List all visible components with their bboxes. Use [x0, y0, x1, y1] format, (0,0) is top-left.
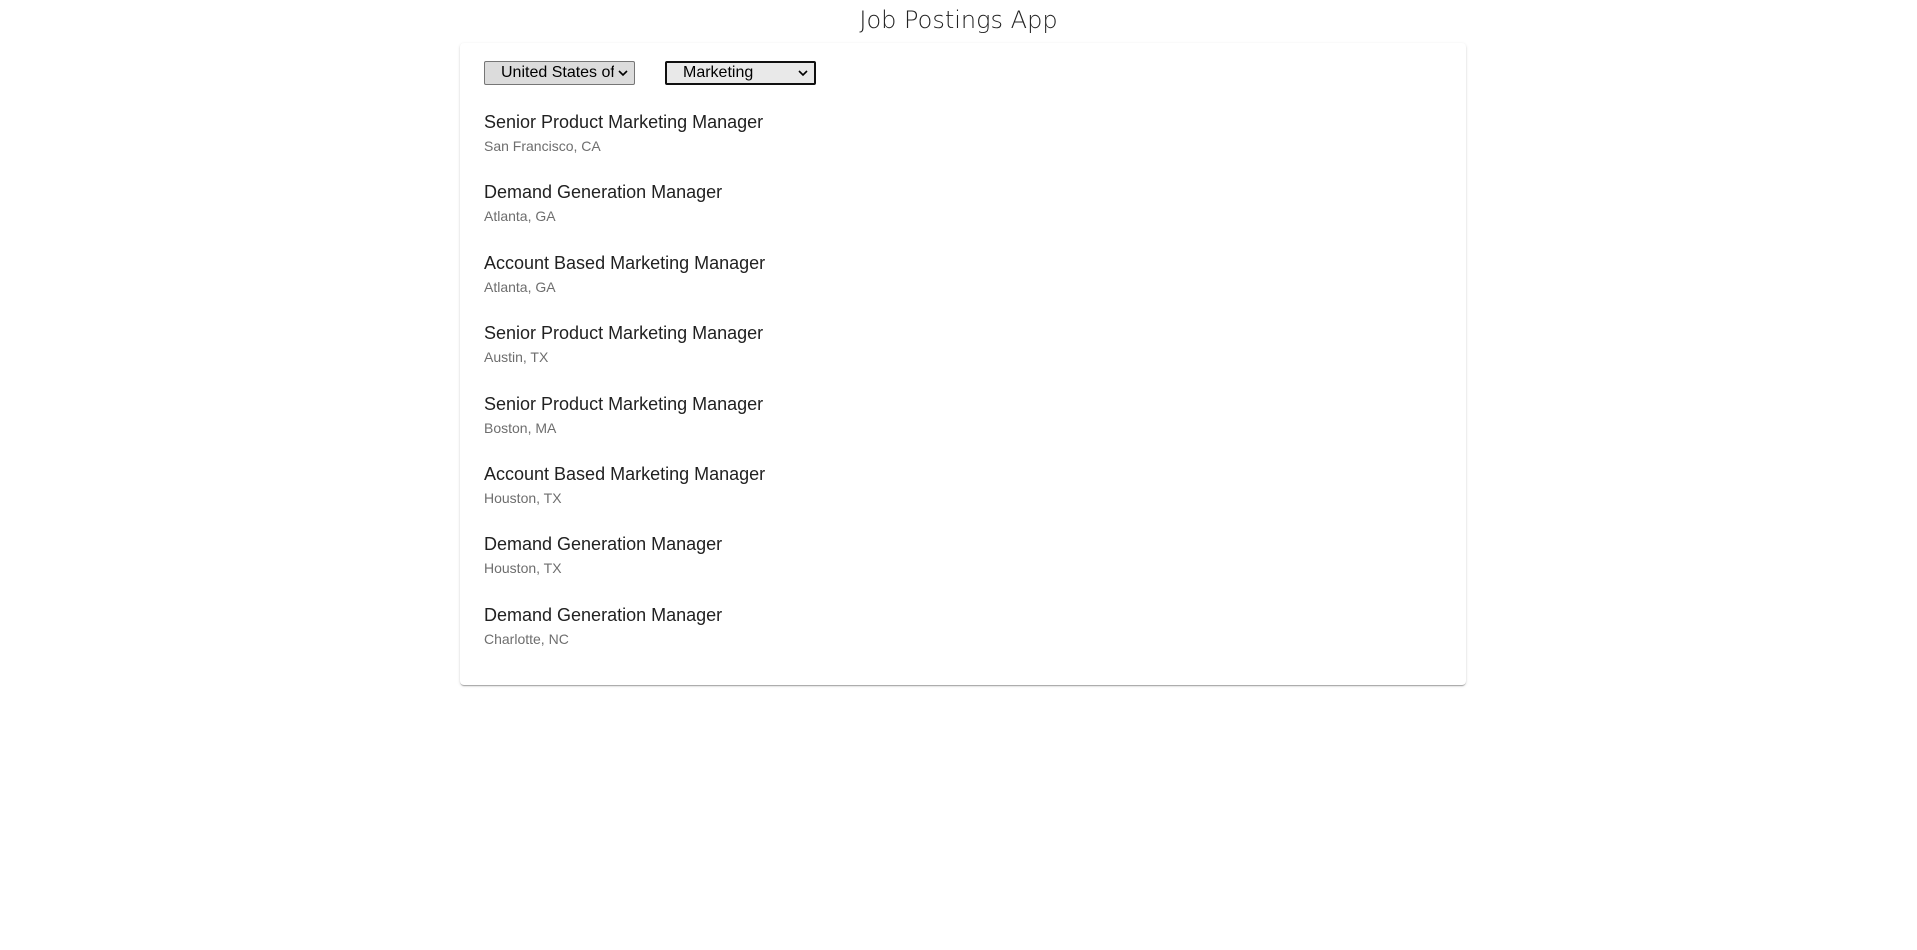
department-select-value: Marketing [683, 64, 754, 81]
job-location: Atlanta, GA [484, 208, 556, 225]
filter-bar: United States of America Marketing [484, 61, 1442, 85]
job-list-item[interactable]: Demand Generation Manager Charlotte, NC [484, 604, 1442, 674]
page-title: Job Postings App [859, 6, 1058, 34]
job-location: Boston, MA [484, 419, 557, 436]
job-postings-card: United States of America Marketing Senio… [460, 43, 1466, 685]
job-title: Senior Product Marketing Manager [484, 112, 764, 132]
job-list-item[interactable]: Senior Product Marketing Manager Boston,… [484, 393, 1442, 463]
job-list-item[interactable]: Senior Product Marketing Manager Austin,… [484, 322, 1442, 392]
job-title: Account Based Marketing Manager [484, 252, 766, 273]
chevron-down-icon [618, 70, 628, 77]
job-title: Account Based Marketing Manager [484, 463, 766, 484]
job-list: Senior Product Marketing Manager San Fra… [484, 111, 1442, 674]
job-location: Atlanta, GA [484, 278, 556, 295]
job-list-item[interactable]: Account Based Marketing Manager Houston,… [484, 463, 1442, 533]
job-location: San Francisco, CA [484, 138, 601, 154]
job-location: Houston, TX [484, 560, 562, 577]
job-list-item[interactable]: Demand Generation Manager Atlanta, GA [484, 181, 1442, 251]
country-select[interactable]: United States of America [484, 61, 635, 85]
job-list-item[interactable]: Senior Product Marketing Manager San Fra… [484, 111, 1442, 181]
job-title: Demand Generation Manager [484, 534, 723, 555]
department-select[interactable]: Marketing [665, 61, 816, 85]
job-title: Demand Generation Manager [484, 604, 723, 625]
job-title: Demand Generation Manager [484, 182, 723, 203]
job-location: Austin, TX [484, 349, 549, 366]
chevron-down-icon [798, 70, 808, 77]
job-location: Houston, TX [484, 489, 562, 506]
job-location: Charlotte, NC [484, 630, 569, 647]
job-list-item[interactable]: Account Based Marketing Manager Atlanta,… [484, 252, 1442, 322]
job-list-item[interactable]: Demand Generation Manager Houston, TX [484, 533, 1442, 603]
job-title: Senior Product Marketing Manager [484, 323, 764, 344]
job-title: Senior Product Marketing Manager [484, 393, 764, 414]
country-select-value: United States of America [501, 64, 614, 81]
